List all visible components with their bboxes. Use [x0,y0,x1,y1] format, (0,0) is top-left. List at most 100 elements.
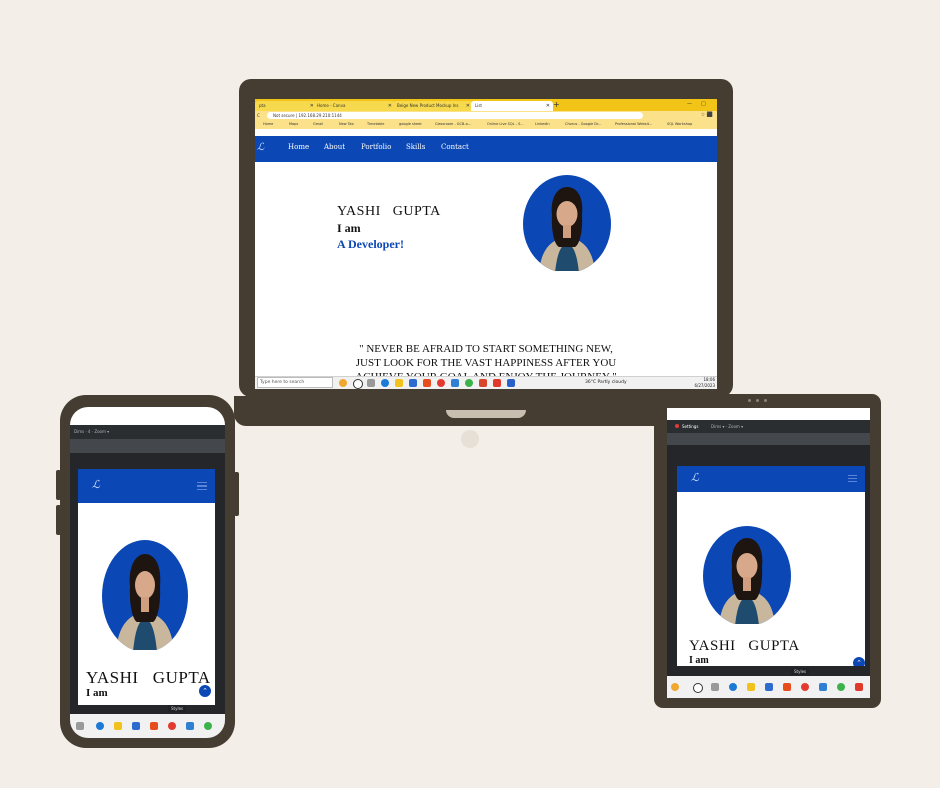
task-view-icon[interactable] [711,683,719,691]
chrome-icon[interactable] [437,379,445,387]
bookmark-item[interactable]: Home [263,120,273,129]
nav-home[interactable]: Home [288,143,309,151]
hamburger-menu-icon[interactable] [197,482,207,490]
maximize-icon[interactable]: □ [701,99,706,109]
bookmark-item[interactable]: Gmail [313,120,323,129]
bookmark-item[interactable]: SQL Workshop [667,120,692,129]
close-icon[interactable]: ✕ [388,101,392,111]
cortana-icon[interactable] [671,683,679,691]
scroll-to-top-button[interactable]: ⌃ [199,685,211,697]
browser-tab[interactable]: pta ✕ [255,101,317,111]
browser-tab[interactable]: Beige New Product Mockup Ins ✕ [393,101,473,111]
store-icon[interactable] [132,722,140,730]
windows-taskbar: Type here to search 36°C Partly cloudy 1… [255,376,717,389]
chrome-canary-icon[interactable] [204,722,212,730]
chrome-canary-icon[interactable] [465,379,473,387]
bookmark-item[interactable]: google sheet [399,120,422,129]
quote-line: JUST LOOK FOR THE VAST HAPPINESS AFTER Y… [355,357,617,369]
weather-widget[interactable]: 36°C Partly cloudy [585,377,627,389]
laptop-trackpoint [461,430,479,448]
bookmark-item[interactable]: Timetable [367,120,384,129]
tablet-camera [756,399,759,402]
devtools-text[interactable]: Dims · 4 · Zoom ▾ [74,429,109,434]
powerpoint-icon[interactable] [493,379,501,387]
app-icon[interactable] [479,379,487,387]
chrome-icon[interactable] [168,722,176,730]
phone-device: Dims · 4 · Zoom ▾ ℒ YASHI GUPTA I am ⌃ S… [60,395,235,748]
new-tab-icon[interactable]: + [553,100,560,110]
bookmarks-bar: Home Maps Gmail New Tab Timetable google… [255,120,717,129]
word-icon[interactable] [507,379,515,387]
chrome-canary-icon[interactable] [837,683,845,691]
bookmark-item[interactable]: Online Live SQL - S... [487,120,524,129]
close-icon[interactable]: ✕ [546,101,550,111]
site-logo[interactable]: ℒ [92,478,100,491]
hamburger-menu-icon[interactable] [848,475,857,482]
cortana-icon[interactable] [339,379,347,387]
folder-icon[interactable] [747,683,755,691]
browser-tab[interactable]: Home - Canva ✕ [313,101,395,111]
devtools-ruler [667,433,870,445]
profile-photo [102,540,188,652]
bookmark-item[interactable]: Maps [289,120,298,129]
nav-about[interactable]: About [324,143,345,151]
clock-date: 6/27/2023 [694,383,715,388]
quote-line: " NEVER BE AFRAID TO START SOMETHING NEW… [359,343,613,355]
vscode-icon[interactable] [819,683,827,691]
bookmark-item[interactable]: Chorus - Google Dr... [565,120,601,129]
tab-label: Beige New Product Mockup Ins [397,103,459,108]
settings-icon[interactable] [675,424,679,428]
devtools-toolbar: Dims · 4 · Zoom ▾ [70,425,225,439]
start-icon[interactable] [353,379,363,389]
devtools-settings-label[interactable]: Settings [682,424,698,429]
extensions-icon[interactable]: ☆ ⬛ [701,111,713,120]
folder-icon[interactable] [114,722,122,730]
tab-label: pta [259,103,266,108]
minimize-icon[interactable]: — [687,99,692,109]
devtools-text[interactable]: Dims ▾ · Zoom ▾ [711,424,743,429]
site-logo[interactable]: ℒ [257,142,264,153]
nav-skills[interactable]: Skills [406,143,425,151]
office-icon[interactable] [150,722,158,730]
styles-tooltip: Styles [791,668,810,675]
folder-icon[interactable] [395,379,403,387]
taskbar-search-input[interactable]: Type here to search [257,377,333,388]
reload-icon[interactable]: C [257,111,260,120]
mobile-site-preview: ℒ YASHI GUPTA I am ⌃ [78,469,215,705]
hero-intro: I am [337,221,361,235]
windows-taskbar [667,676,870,698]
bookmark-item[interactable]: Professional Websit... [615,120,652,129]
task-view-icon[interactable] [367,379,375,387]
bookmark-item[interactable]: Classroom - GCB-o... [435,120,471,129]
task-view-icon[interactable] [76,722,84,730]
browser-tab-active[interactable]: List ✕ [471,101,553,111]
store-icon[interactable] [409,379,417,387]
bookmark-item[interactable]: New Tab [339,120,354,129]
bookmark-item[interactable]: Linkedin [535,120,550,129]
powerpoint-icon[interactable] [855,683,863,691]
tab-label: List [475,103,482,108]
chrome-icon[interactable] [801,683,809,691]
close-icon[interactable]: ✕ [466,101,470,111]
start-icon[interactable] [693,683,703,693]
nav-contact[interactable]: Contact [441,143,469,151]
site-logo[interactable]: ℒ [691,471,699,484]
browser-tab-bar: pta ✕ Home - Canva ✕ Beige New Product M… [255,99,717,111]
edge-icon[interactable] [729,683,737,691]
address-bar[interactable]: Not secure | 192.168.29.210:1144 [267,112,643,119]
system-clock[interactable]: 18:06 6/27/2023 [694,377,715,389]
phone-camera [155,402,160,407]
clock-time: 18:06 [703,377,715,382]
hero-role: A Developer! [337,237,404,251]
nav-portfolio[interactable]: Portfolio [361,143,391,151]
styles-tooltip: Styles [168,705,187,712]
edge-icon[interactable] [381,379,389,387]
laptop-device: pta ✕ Home - Canva ✕ Beige New Product M… [239,79,733,397]
edge-icon[interactable] [96,722,104,730]
store-icon[interactable] [765,683,773,691]
office-icon[interactable] [423,379,431,387]
scroll-to-top-button[interactable]: ⌃ [853,657,865,666]
vscode-icon[interactable] [186,722,194,730]
office-icon[interactable] [783,683,791,691]
vscode-icon[interactable] [451,379,459,387]
